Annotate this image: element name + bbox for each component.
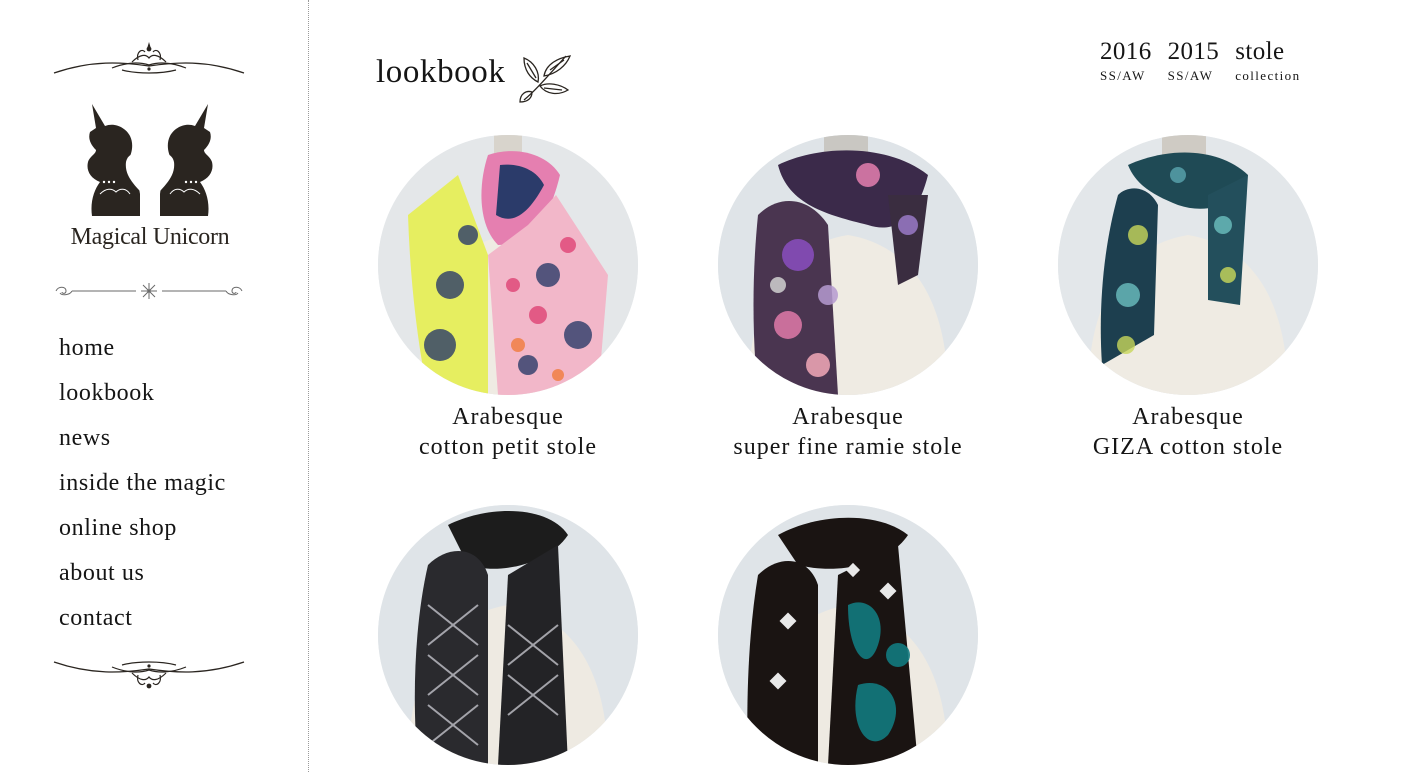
product-image[interactable]: [378, 505, 638, 765]
unicorn-logo-icon: [87, 104, 213, 216]
product-image[interactable]: [378, 135, 638, 395]
product-card[interactable]: [378, 505, 638, 772]
product-image[interactable]: [718, 505, 978, 765]
collection-subtitle: collection: [1235, 68, 1301, 83]
product-card[interactable]: Arabesque cotton petit stole: [378, 135, 638, 462]
nav-item-news[interactable]: news: [59, 422, 226, 467]
product-caption[interactable]: Arabesque cotton petit stole: [318, 402, 698, 462]
collection-links: 2016 SS/AW 2015 SS/AW stole collection: [1100, 38, 1316, 84]
sidebar: Magical Unicorn home lookbook news insid…: [0, 0, 308, 772]
product-caption[interactable]: Arabesque GIZA cotton stole: [998, 402, 1378, 462]
ornament-top-icon: [53, 42, 245, 74]
brand-logo[interactable]: Magical Unicorn: [60, 98, 240, 258]
collection-2016[interactable]: 2016 SS/AW: [1100, 38, 1152, 84]
nav-item-home[interactable]: home: [59, 332, 226, 377]
product-card[interactable]: Arabesque GIZA cotton stole: [1058, 135, 1318, 462]
collection-year: 2016: [1100, 38, 1152, 65]
product-line: Arabesque: [1132, 404, 1244, 430]
product-name: super fine ramie stole: [733, 434, 963, 460]
product-image[interactable]: [1058, 135, 1318, 395]
collection-year: 2015: [1167, 38, 1220, 65]
divider-ornament-icon: [55, 283, 243, 299]
ornament-bottom-icon: [53, 661, 245, 689]
product-name: cotton petit stole: [419, 434, 597, 460]
page-title: lookbook: [376, 54, 506, 90]
product-card[interactable]: [718, 505, 978, 772]
nav-item-inside-the-magic[interactable]: inside the magic: [59, 467, 226, 512]
product-image[interactable]: [718, 135, 978, 395]
leaf-branch-icon: [519, 55, 572, 103]
product-line: Arabesque: [792, 404, 904, 430]
product-card[interactable]: Arabesque super fine ramie stole: [718, 135, 978, 462]
nav-item-contact[interactable]: contact: [59, 602, 226, 647]
collection-season: SS/AW: [1100, 68, 1146, 83]
nav-item-lookbook[interactable]: lookbook: [59, 377, 226, 422]
main-nav: home lookbook news inside the magic onli…: [59, 332, 226, 647]
collection-2015[interactable]: 2015 SS/AW: [1168, 38, 1220, 84]
collection-season: SS/AW: [1167, 68, 1214, 83]
product-caption[interactable]: Arabesque super fine ramie stole: [658, 402, 1038, 462]
product-name: GIZA cotton stole: [1092, 434, 1284, 460]
collection-stole[interactable]: stole collection: [1235, 38, 1300, 84]
brand-name: Magical Unicorn: [70, 224, 230, 250]
sidebar-divider-line: [308, 0, 309, 772]
nav-item-online-shop[interactable]: online shop: [59, 512, 226, 557]
nav-item-about-us[interactable]: about us: [59, 557, 226, 602]
collection-title: stole: [1235, 38, 1285, 65]
product-line: Arabesque: [452, 404, 564, 430]
